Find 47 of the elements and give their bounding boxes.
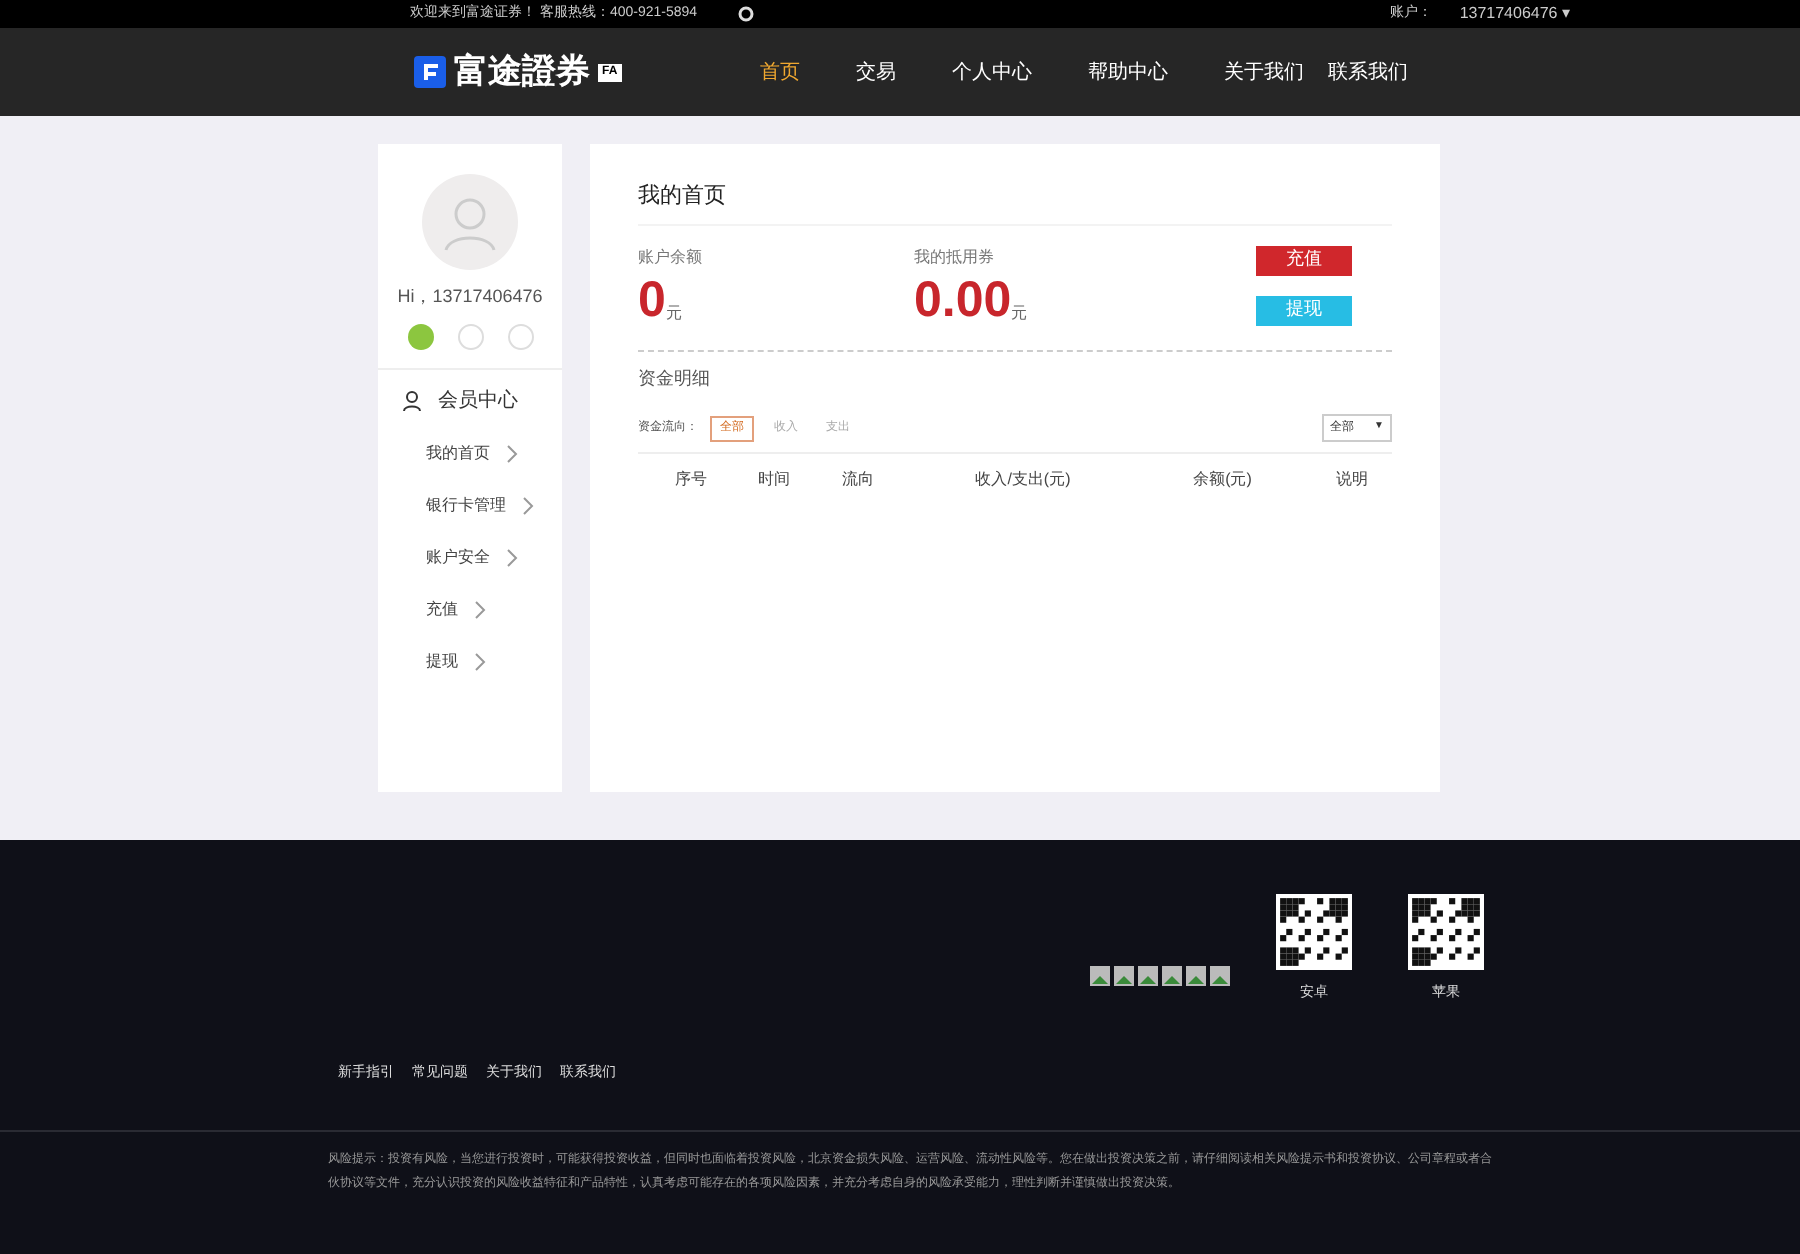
chevron-right-icon bbox=[522, 495, 534, 515]
nav-link[interactable]: 帮助中心 bbox=[1088, 57, 1168, 87]
balance-amount: 0.00 bbox=[914, 275, 1012, 325]
balance-label: 我的抵用券 bbox=[914, 245, 996, 269]
qr-code-icon bbox=[1276, 894, 1352, 970]
image-icon bbox=[1114, 966, 1134, 986]
column-header: 序号 bbox=[672, 468, 709, 492]
sidebar-menu-item[interactable]: 账户安全 bbox=[426, 531, 562, 583]
chevron-right-icon bbox=[474, 651, 486, 671]
sidebar-menu-item[interactable]: 充值 bbox=[426, 583, 562, 635]
nav-link[interactable]: 个人中心 bbox=[952, 57, 1032, 87]
user-icon bbox=[402, 389, 422, 411]
nav-link[interactable]: 联系我们 bbox=[1328, 57, 1408, 87]
image-icon bbox=[1090, 966, 1110, 986]
unit-text: 元 bbox=[1011, 301, 1028, 325]
greeting-text: Hi，13717406476 bbox=[397, 284, 543, 310]
unit-text: 元 bbox=[665, 301, 682, 325]
section-title: 资金明细 bbox=[638, 365, 712, 391]
sidebar-menu-item[interactable]: 我的首页 bbox=[426, 427, 562, 479]
circle-icon bbox=[737, 6, 754, 22]
avatar-icon bbox=[422, 174, 518, 270]
chevron-right-icon bbox=[506, 547, 518, 567]
column-header: 收入/支出(元) bbox=[973, 468, 1073, 492]
sidebar-menu-item[interactable]: 银行卡管理 bbox=[426, 479, 562, 531]
sidebar-menu-item[interactable]: 提现 bbox=[426, 635, 562, 687]
nav-link[interactable]: 首页 bbox=[760, 57, 800, 87]
image-icon bbox=[1138, 966, 1158, 986]
logo-text: 富途證券 bbox=[454, 50, 590, 95]
column-header: 说明 bbox=[1334, 468, 1371, 492]
column-header: 流向 bbox=[840, 468, 877, 492]
qr-code-icon bbox=[1408, 894, 1484, 970]
image-icon bbox=[1162, 966, 1182, 986]
balance-amount: 0 bbox=[638, 275, 666, 325]
section-title: 会员中心 bbox=[438, 387, 518, 415]
nav-link[interactable]: 关于我们 bbox=[1224, 57, 1304, 87]
chevron-right-icon bbox=[506, 443, 518, 463]
column-header: 时间 bbox=[755, 468, 792, 492]
account-dropdown[interactable]: 13717406476 ▾ bbox=[1459, 2, 1570, 26]
recharge-button[interactable]: 充值 bbox=[1256, 245, 1352, 275]
image-icon bbox=[1210, 966, 1230, 986]
nav-link[interactable]: 交易 bbox=[856, 57, 896, 87]
image-icon bbox=[1186, 966, 1206, 986]
chevron-right-icon bbox=[474, 599, 486, 619]
logo-icon bbox=[414, 56, 446, 88]
balance-label: 账户余额 bbox=[638, 245, 704, 269]
page-title: 我的首页 bbox=[638, 180, 1392, 225]
column-header: 余额(元) bbox=[1191, 468, 1254, 492]
